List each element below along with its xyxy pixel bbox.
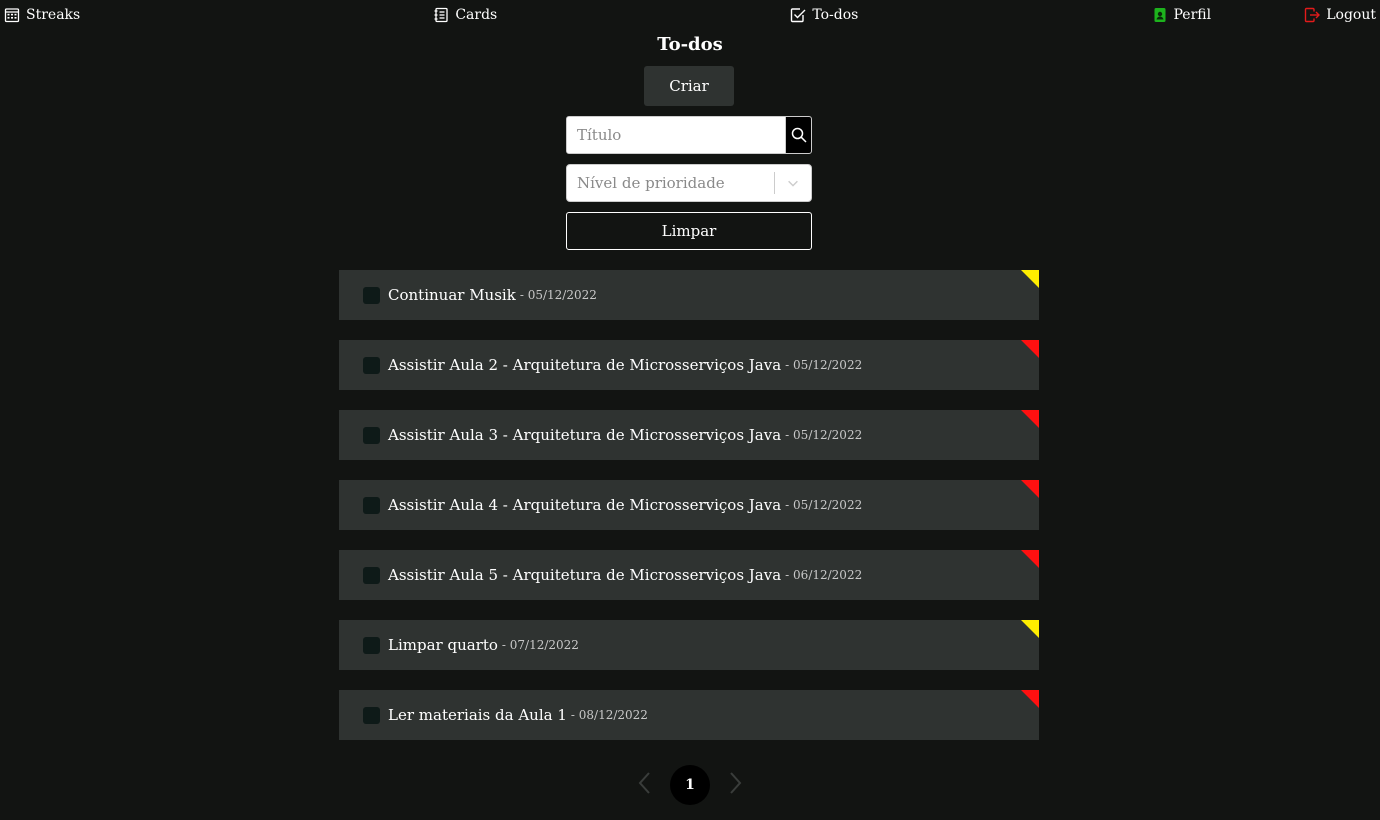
search-icon	[791, 127, 807, 143]
nav-cards-label: Cards	[455, 7, 498, 23]
search-bar	[566, 116, 812, 154]
todo-date: 08/12/2022	[571, 708, 648, 722]
profile-card-icon	[1154, 8, 1165, 22]
todo-date: 05/12/2022	[520, 288, 597, 302]
priority-flag	[1021, 690, 1039, 708]
todo-checkbox[interactable]	[363, 566, 380, 584]
todo-checkbox[interactable]	[363, 426, 380, 444]
select-arrow[interactable]	[775, 176, 811, 190]
nav-profile-label: Perfil	[1173, 7, 1212, 23]
page-title: To-dos	[657, 34, 723, 55]
todo-item[interactable]: Assistir Aula 2 - Arquitetura de Micross…	[339, 340, 1039, 390]
priority-select[interactable]: Nível de prioridade	[566, 164, 812, 202]
page-number-current[interactable]: 1	[670, 765, 710, 805]
priority-flag	[1021, 340, 1039, 358]
checkbox-icon	[791, 8, 806, 23]
prev-page-button[interactable]	[634, 770, 656, 800]
priority-flag	[1021, 410, 1039, 428]
nav-streaks[interactable]: Streaks	[4, 7, 80, 23]
priority-select-placeholder: Nível de prioridade	[577, 174, 725, 192]
chevron-right-icon	[730, 772, 742, 794]
nav-streaks-label: Streaks	[26, 7, 81, 23]
calendar-icon	[4, 8, 20, 23]
todo-item[interactable]: Assistir Aula 4 - Arquitetura de Micross…	[339, 480, 1039, 530]
top-nav: Streaks Cards To-dos Perfil Logout	[0, 0, 1380, 30]
todo-checkbox[interactable]	[363, 496, 380, 514]
todo-title: Assistir Aula 4 - Arquitetura de Micross…	[388, 496, 782, 514]
todo-date: 06/12/2022	[785, 568, 862, 582]
search-button[interactable]	[785, 117, 811, 153]
nav-logout[interactable]: Logout	[1304, 7, 1376, 23]
todo-date: 05/12/2022	[785, 428, 862, 442]
nav-profile[interactable]: Perfil	[1152, 7, 1212, 23]
todo-date: 05/12/2022	[785, 358, 862, 372]
todo-checkbox[interactable]	[363, 286, 380, 304]
todos-page: Streaks Cards To-dos Perfil Logout To-do…	[0, 0, 1380, 820]
priority-flag	[1021, 480, 1039, 498]
todo-checkbox[interactable]	[363, 356, 380, 374]
todo-list: Continuar Musik 05/12/2022 Assistir Aula…	[339, 270, 1039, 760]
nav-logout-label: Logout	[1326, 7, 1376, 23]
todo-title: Limpar quarto	[388, 636, 498, 654]
logout-icon	[1305, 7, 1321, 23]
pagination: 1	[0, 765, 1380, 805]
todo-item[interactable]: Ler materiais da Aula 1 08/12/2022	[339, 690, 1039, 740]
todo-title: Continuar Musik	[388, 286, 516, 304]
priority-flag	[1021, 550, 1039, 568]
todo-title: Assistir Aula 3 - Arquitetura de Micross…	[388, 426, 782, 444]
todo-checkbox[interactable]	[363, 706, 380, 724]
nav-todos[interactable]: To-dos	[790, 7, 858, 23]
todo-item[interactable]: Continuar Musik 05/12/2022	[339, 270, 1039, 320]
todo-checkbox[interactable]	[363, 636, 380, 654]
todo-item[interactable]: Limpar quarto 07/12/2022	[339, 620, 1039, 670]
create-button[interactable]: Criar	[644, 66, 734, 106]
chevron-left-icon	[638, 772, 650, 794]
chevron-down-icon	[788, 180, 798, 187]
todo-item[interactable]: Assistir Aula 5 - Arquitetura de Micross…	[339, 550, 1039, 600]
todo-item[interactable]: Assistir Aula 3 - Arquitetura de Micross…	[339, 410, 1039, 460]
todo-date: 05/12/2022	[785, 498, 862, 512]
todo-title: Ler materiais da Aula 1	[388, 706, 567, 724]
priority-flag	[1021, 620, 1039, 638]
todo-title: Assistir Aula 2 - Arquitetura de Micross…	[388, 356, 782, 374]
next-page-button[interactable]	[724, 770, 746, 800]
nav-todos-label: To-dos	[812, 7, 859, 23]
todo-title: Assistir Aula 5 - Arquitetura de Micross…	[388, 566, 782, 584]
todo-date: 07/12/2022	[502, 638, 579, 652]
notebook-icon	[434, 7, 448, 23]
search-input[interactable]	[567, 117, 785, 153]
priority-flag	[1021, 270, 1039, 288]
nav-cards[interactable]: Cards	[433, 7, 497, 23]
clear-button[interactable]: Limpar	[566, 212, 812, 250]
